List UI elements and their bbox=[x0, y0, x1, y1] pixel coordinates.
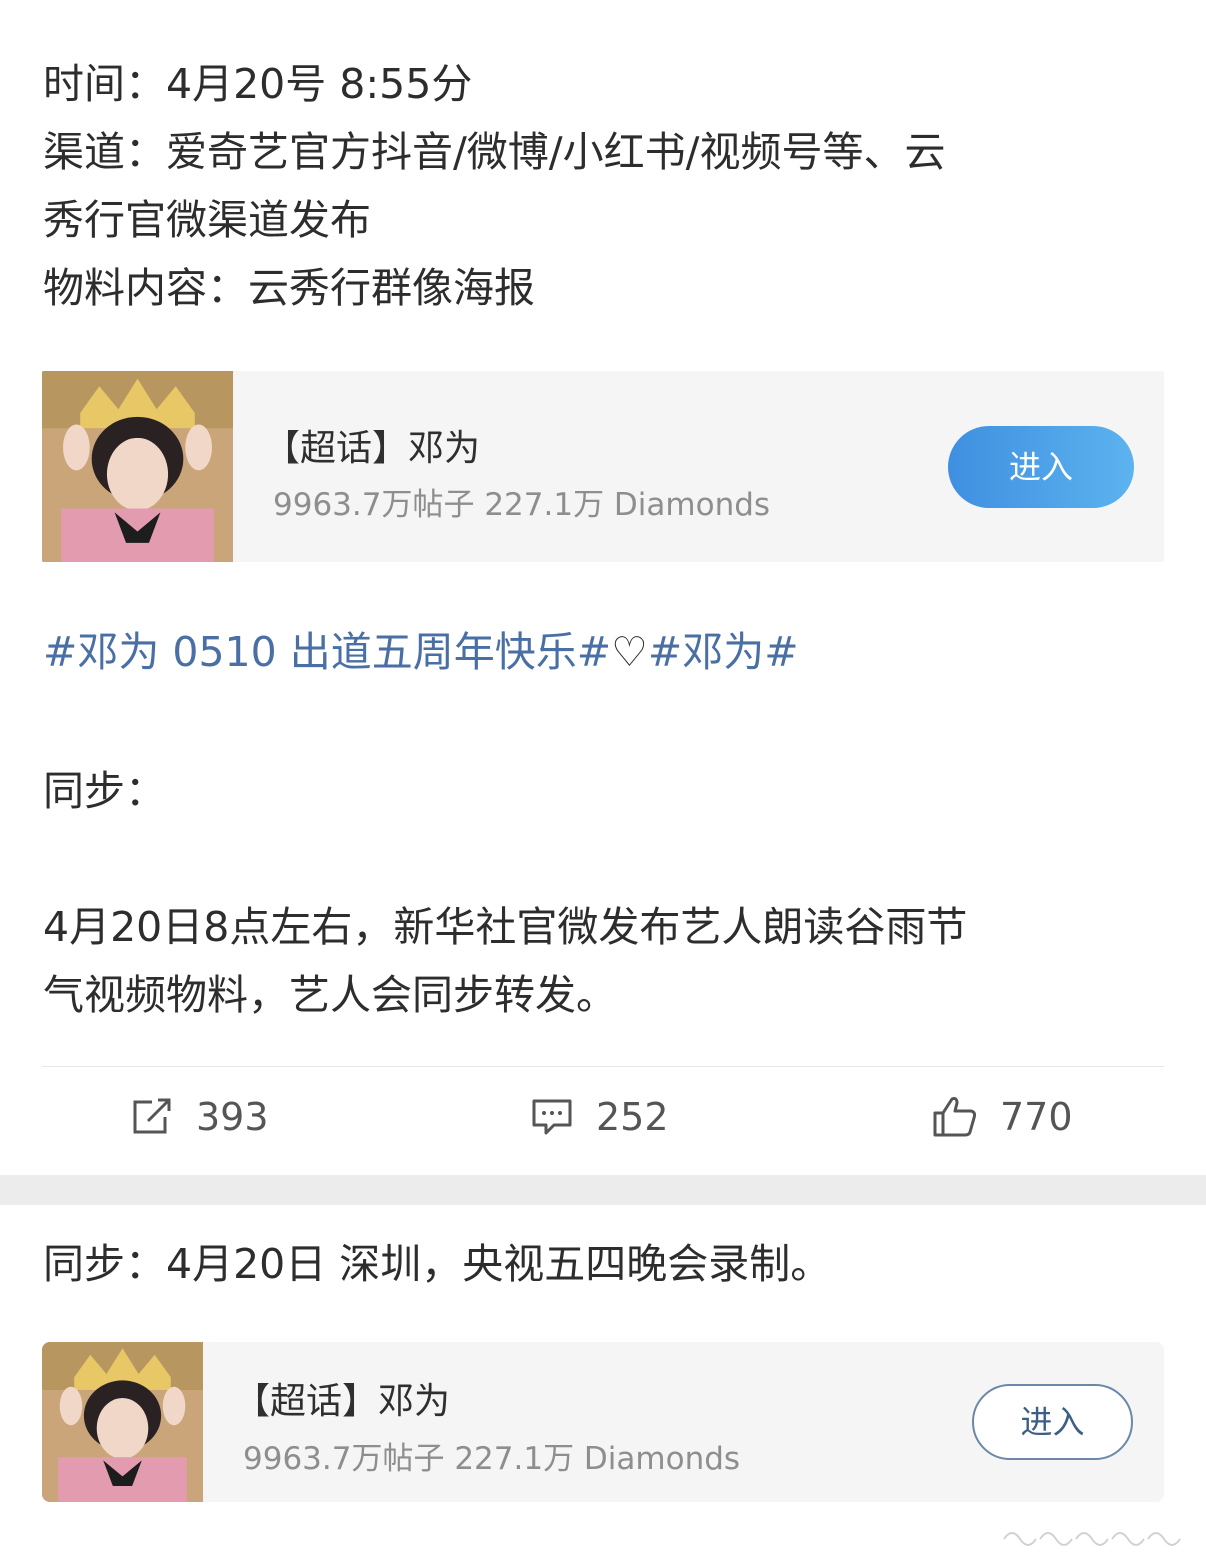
super-topic-card[interactable]: 【超话】邓为 9963.7万帖子 227.1万 Diamonds 进入 bbox=[42, 371, 1164, 562]
super-topic-card-2[interactable]: 【超话】邓为 9963.7万帖子 227.1万 Diamonds 进入 bbox=[42, 1342, 1164, 1502]
post2-text: 同步：4月20日 深圳，央视五四晚会录制。 bbox=[43, 1240, 832, 1288]
topic-stats: 9963.7万帖子 227.1万 Diamonds bbox=[273, 487, 771, 523]
weibo-post: 时间：4月20号 8:55分 渠道：爱奇艺官方抖音/微博/小红书/视频号等、云 … bbox=[0, 0, 1206, 1175]
like-icon bbox=[933, 1097, 977, 1137]
info-line-content: 物料内容：云秀行群像海报 bbox=[43, 264, 535, 312]
repost-count: 393 bbox=[196, 1095, 269, 1139]
sync-line-1: 4月20日8点左右，新华社官微发布艺人朗读谷雨节 bbox=[43, 903, 968, 951]
hashtag-dengwei[interactable]: #邓为# bbox=[648, 628, 799, 676]
topic-title: 【超话】邓为 bbox=[234, 1381, 451, 1422]
heart-icon: ♡ bbox=[611, 628, 648, 676]
info-line-time: 时间：4月20号 8:55分 bbox=[43, 60, 473, 108]
like-button[interactable]: 770 bbox=[932, 1067, 1073, 1167]
info-line-channels: 渠道：爱奇艺官方抖音/微博/小红书/视频号等、云 bbox=[43, 128, 946, 176]
info-line-channels-cont: 秀行官微渠道发布 bbox=[43, 196, 371, 244]
watermark-icon bbox=[1003, 1532, 1181, 1546]
like-count: 770 bbox=[1000, 1095, 1073, 1139]
action-bar: 393 252 770 bbox=[0, 1067, 1206, 1167]
topic-avatar bbox=[42, 1342, 203, 1502]
enter-button-outline[interactable]: 进入 bbox=[972, 1384, 1133, 1460]
post-info-text: 时间：4月20号 8:55分 渠道：爱奇艺官方抖音/微博/小红书/视频号等、云 … bbox=[43, 50, 1163, 322]
sync-body: 4月20日8点左右，新华社官微发布艺人朗读谷雨节 气视频物料，艺人会同步转发。 bbox=[43, 893, 1163, 1029]
sync-label: 同步： bbox=[43, 767, 166, 815]
hashtag-line: #邓为 0510 出道五周年快乐#♡#邓为# bbox=[43, 618, 799, 686]
comment-button[interactable]: 252 bbox=[530, 1067, 669, 1167]
hashtag-anniversary[interactable]: #邓为 0510 出道五周年快乐# bbox=[43, 628, 611, 676]
enter-button[interactable]: 进入 bbox=[948, 426, 1134, 508]
comment-count: 252 bbox=[596, 1095, 669, 1139]
topic-stats: 9963.7万帖子 227.1万 Diamonds bbox=[243, 1441, 741, 1477]
topic-title: 【超话】邓为 bbox=[264, 428, 481, 469]
post-separator bbox=[0, 1175, 1206, 1205]
comment-icon bbox=[532, 1099, 572, 1135]
repost-button[interactable]: 393 bbox=[130, 1067, 269, 1167]
topic-avatar bbox=[42, 371, 233, 562]
sync-line-2: 气视频物料，艺人会同步转发。 bbox=[43, 971, 617, 1019]
repost-icon bbox=[133, 1098, 171, 1134]
